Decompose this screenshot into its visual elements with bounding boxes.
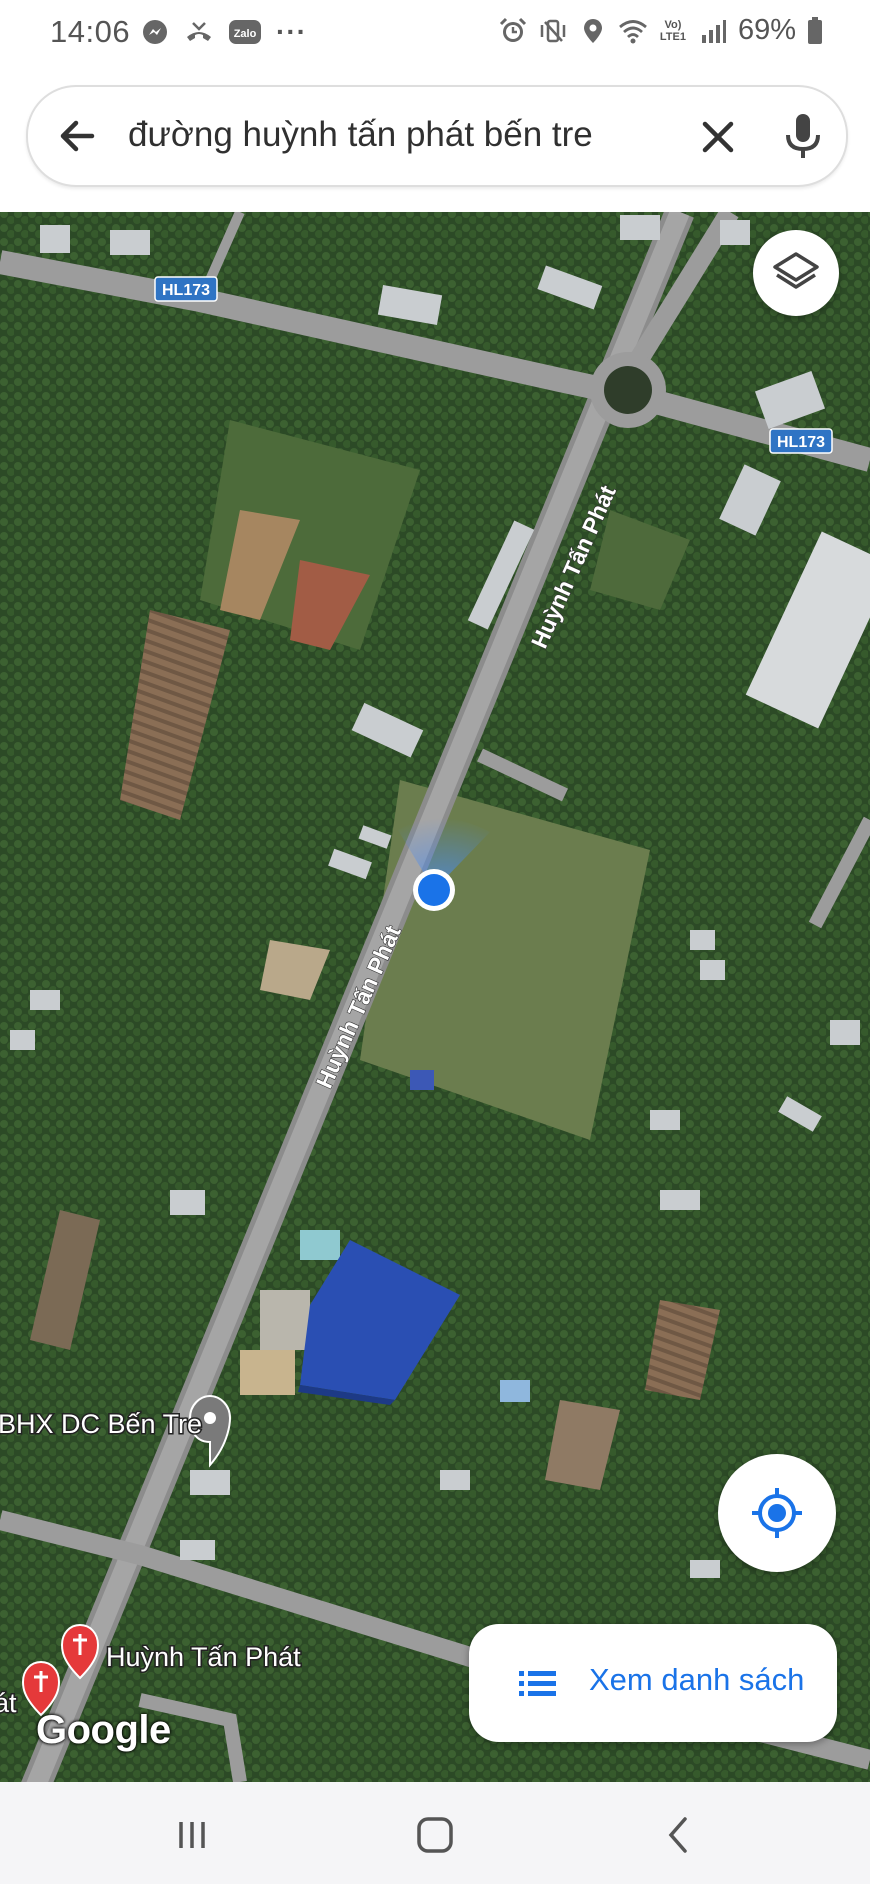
zalo-icon: Zalo bbox=[229, 20, 261, 44]
search-bar[interactable]: đường huỳnh tấn phát bến tre bbox=[26, 85, 848, 187]
hl173-shield-east: HL173 bbox=[769, 428, 833, 454]
my-location-button[interactable] bbox=[718, 1454, 836, 1572]
back-arrow-icon[interactable] bbox=[52, 111, 102, 161]
location-icon bbox=[583, 18, 602, 43]
location-dot[interactable] bbox=[418, 874, 450, 906]
google-attribution: Google bbox=[36, 1708, 171, 1752]
layers-icon bbox=[773, 252, 819, 289]
red-marker-label[interactable]: Huỳnh Tấn Phát bbox=[105, 1641, 303, 1674]
search-input[interactable]: đường huỳnh tấn phát bến tre bbox=[128, 107, 688, 163]
hl173-label-west: HL173 bbox=[162, 282, 210, 299]
wifi-icon bbox=[619, 19, 647, 43]
layers-button[interactable] bbox=[753, 230, 839, 316]
battery-icon bbox=[808, 16, 822, 44]
list-icon bbox=[519, 1671, 556, 1696]
store-label[interactable]: BHX DC Bến Tre bbox=[0, 1408, 204, 1441]
messenger-icon bbox=[143, 20, 167, 44]
notification-icons: Zalo ··· bbox=[140, 16, 307, 48]
signal-icon bbox=[701, 19, 726, 43]
alarm-icon bbox=[499, 17, 527, 42]
more-icon: ··· bbox=[276, 16, 307, 47]
roundabout-center bbox=[604, 366, 652, 414]
battery-percent: 69% bbox=[737, 14, 796, 46]
home-icon[interactable] bbox=[410, 1810, 460, 1860]
view-list-button[interactable]: Xem danh sách bbox=[469, 1624, 837, 1742]
hl173-label-east: HL173 bbox=[777, 434, 825, 451]
vibrate-icon bbox=[540, 19, 566, 42]
recent-apps-icon[interactable] bbox=[167, 1810, 217, 1860]
clear-icon[interactable] bbox=[693, 112, 743, 162]
missed-call-icon bbox=[187, 22, 211, 41]
status-time: 14:06 bbox=[50, 14, 131, 49]
my-location-icon bbox=[752, 1488, 802, 1538]
network-label: Vo) LTE1 bbox=[659, 18, 686, 43]
system-nav-bar bbox=[0, 1782, 870, 1884]
microphone-icon[interactable] bbox=[776, 109, 830, 163]
system-back-icon[interactable] bbox=[654, 1810, 704, 1860]
view-list-label: Xem danh sách bbox=[589, 1662, 805, 1697]
edge-marker-label[interactable]: át bbox=[0, 1687, 19, 1720]
status-bar: 14:06 Zalo ··· Vo) LTE1 69% bbox=[0, 0, 870, 70]
hl173-shield-west: HL173 bbox=[154, 276, 218, 302]
zalo-text: Zalo bbox=[234, 28, 257, 40]
system-icons: Vo) LTE1 69% bbox=[498, 14, 824, 47]
